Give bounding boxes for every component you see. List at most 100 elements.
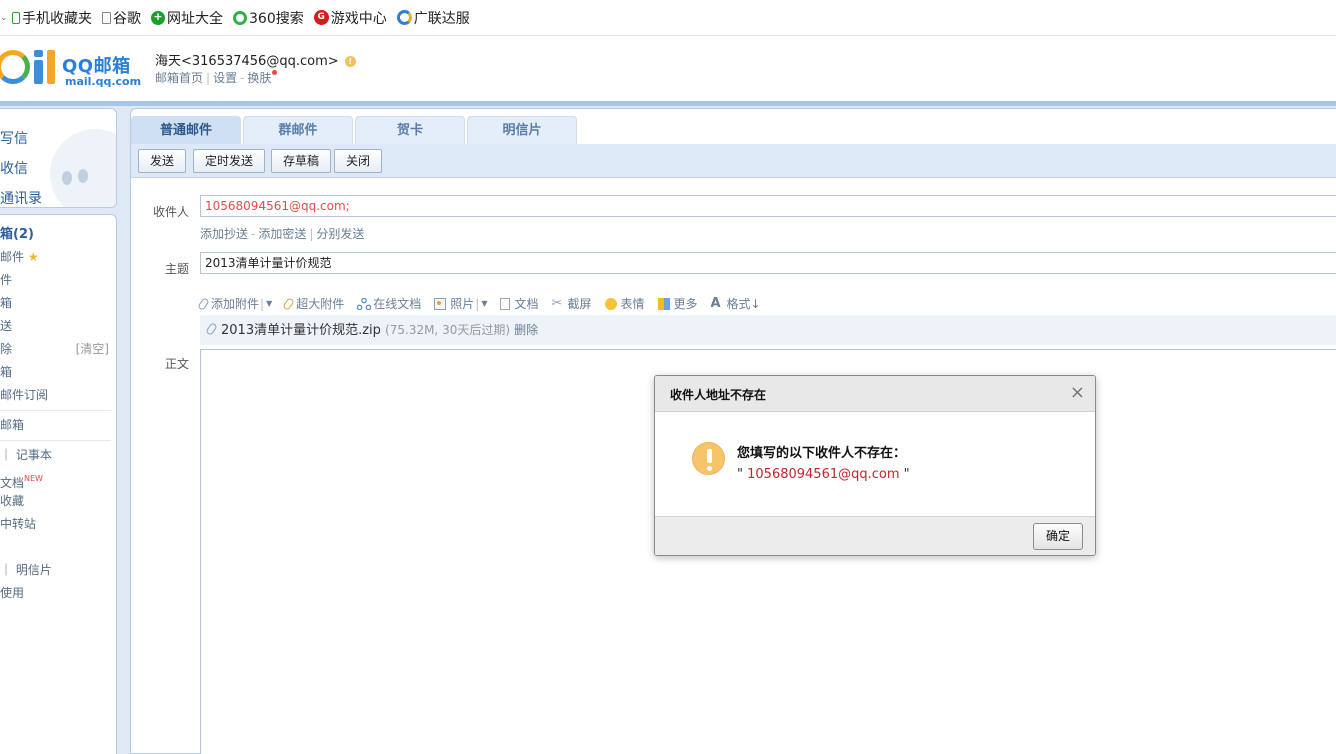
sidebar-item-inbox[interactable]: 箱(2)	[0, 223, 117, 246]
compose-link[interactable]: 写信	[0, 124, 42, 154]
sidebar-item-sent[interactable]: 送	[0, 315, 117, 338]
sidebar-item-folder-3[interactable]: 件	[0, 269, 117, 292]
header-links: 邮箱首页 | 设置 - 换肤	[155, 69, 278, 86]
contacts-link[interactable]: 通讯录	[0, 184, 42, 207]
warning-icon	[692, 442, 725, 475]
warning-icon[interactable]: !	[344, 56, 356, 67]
add-attachment-button[interactable]: 添加附件 | ▼	[197, 295, 272, 312]
tab-postcard[interactable]: 明信片	[467, 116, 577, 144]
browser-viewport: ⌄ 手机收藏夹 谷歌 + 网址大全 360搜索 G 游戏中心 广联达服 QQ邮箱…	[0, 0, 1336, 754]
add-bcc-link[interactable]: 添加密送	[258, 227, 306, 241]
sidebar-item-favorites[interactable]: 收藏	[0, 490, 117, 513]
user-account: 海天<316537456@qq.com>!	[155, 50, 356, 69]
sidebar-main-actions: 写信 收信 通讯录	[0, 108, 117, 208]
delete-attachment-link[interactable]: 删除	[514, 323, 538, 337]
more-button[interactable]: 更多	[657, 295, 698, 312]
to-input[interactable]: 10568094561@qq.com;	[200, 195, 1336, 217]
sidebar-item-group-mailbox[interactable]: 邮箱	[0, 414, 117, 437]
large-attachment-button[interactable]: 超大附件	[282, 295, 344, 312]
new-badge: NEW	[24, 474, 43, 483]
to-label: 收件人	[153, 205, 190, 219]
invalid-recipient-email: 10568094561@qq.com	[747, 467, 900, 482]
chevron-down-icon[interactable]: ▼	[266, 299, 272, 308]
compose-tabs: 普通邮件 群邮件 贺卡 明信片	[131, 116, 579, 144]
tab-normal-mail[interactable]: 普通邮件	[131, 116, 241, 144]
dialog-footer: 确定	[655, 516, 1095, 555]
close-button[interactable]: 关闭	[334, 149, 383, 173]
logo-subtitle: mail.qq.com	[65, 75, 142, 88]
mail-header: QQ邮箱 mail.qq.com 海天<316537456@qq.com>! 邮…	[0, 36, 1336, 102]
bookmark-site-directory[interactable]: + 网址大全	[151, 8, 223, 28]
sidebar-item-deleted[interactable]: 除 [清空]	[0, 338, 117, 361]
subject-label: 主题	[165, 262, 190, 276]
dialog-header: 收件人地址不存在 ×	[655, 376, 1095, 412]
dialog-message: 您填写的以下收件人不存在：	[737, 446, 907, 461]
ie-icon	[396, 10, 412, 25]
sidebar-item-notepad[interactable]: ｜ 记事本	[0, 444, 117, 467]
online-doc-button[interactable]: 在线文档	[356, 295, 421, 312]
tab-group-mail[interactable]: 群邮件	[243, 116, 353, 144]
logo-mark-icon	[0, 50, 30, 84]
paperclip-icon	[197, 296, 210, 311]
sidebar-item-docs[interactable]: 文档NEW	[0, 467, 117, 490]
dialog-address: " 10568094561@qq.com "	[737, 467, 910, 482]
add-cc-link[interactable]: 添加抄送	[200, 227, 248, 241]
sidebar-item-folder-7[interactable]: 箱	[0, 361, 117, 384]
send-button[interactable]: 发送	[138, 149, 187, 173]
paperclip-icon	[205, 322, 218, 336]
mailbox-home-link[interactable]: 邮箱首页	[155, 71, 203, 85]
notification-dot	[272, 70, 278, 75]
bookmark-game-center[interactable]: G 游戏中心	[313, 8, 387, 28]
plus-globe-icon: +	[151, 10, 165, 25]
sidebar-item-starred[interactable]: 邮件 ★	[0, 246, 117, 269]
sidebar-item-postcard[interactable]: ｜ 明信片	[0, 559, 117, 582]
sidebar-folders: 箱(2) 邮件 ★ 件 箱 送 除 [清空] 箱 邮件订阅 邮箱 ｜ 记事本 文档…	[0, 214, 117, 754]
tab-greeting-card[interactable]: 贺卡	[355, 116, 465, 144]
screenshot-button[interactable]: ✂ 截屏	[551, 295, 591, 312]
star-icon: ★	[27, 250, 39, 264]
bookmark-mobile-favorites[interactable]: 手机收藏夹	[12, 8, 92, 28]
large-attachment-icon	[282, 296, 296, 311]
photo-button[interactable]: 照片 | ▼	[434, 295, 487, 312]
emoji-button[interactable]: 表情	[604, 295, 645, 312]
sidebar-item-transfer[interactable]: 中转站	[0, 513, 117, 536]
sidebar: 写信 收信 通讯录 箱(2) 邮件 ★ 件 箱 送 除 [清空] 箱 邮件订阅 邮…	[0, 106, 122, 754]
close-icon[interactable]: ×	[1070, 383, 1085, 403]
save-draft-button[interactable]: 存草稿	[271, 149, 332, 173]
chevron-down-icon[interactable]: ⌄	[0, 13, 8, 23]
recipient-error-dialog: 收件人地址不存在 × 您填写的以下收件人不存在： " 10568094561@q…	[654, 375, 1096, 556]
sidebar-item-subscriptions[interactable]: 邮件订阅	[0, 384, 117, 407]
scheduled-send-button[interactable]: 定时发送	[193, 149, 266, 173]
document-button[interactable]: 文档	[500, 295, 538, 312]
dialog-title: 收件人地址不存在	[670, 388, 767, 402]
360-icon	[233, 10, 247, 25]
sidebar-item-usage[interactable]: 使用	[0, 582, 117, 605]
bookmarks-bar: ⌄ 手机收藏夹 谷歌 + 网址大全 360搜索 G 游戏中心 广联达服	[0, 0, 1336, 36]
settings-link[interactable]: 设置	[213, 71, 237, 85]
attachment-toolbar: 添加附件 | ▼ 超大附件 在线文档 照片 | ▼ 文档 ✂ 截屏 表情 更多 A 格式↓	[197, 295, 774, 312]
attachment-meta: (75.32M, 30天后过期)	[385, 323, 511, 337]
format-icon: A	[710, 295, 721, 311]
receive-link[interactable]: 收信	[0, 154, 42, 184]
cc-links: 添加抄送 - 添加密送 | 分别发送	[200, 227, 365, 241]
qqmail-logo[interactable]: QQ邮箱 mail.qq.com	[0, 48, 142, 92]
separate-send-link[interactable]: 分别发送	[316, 227, 364, 241]
page-icon	[102, 11, 111, 24]
online-doc-icon	[356, 297, 372, 310]
bookmark-360-search[interactable]: 360搜索	[233, 8, 304, 28]
empty-trash-link[interactable]: [清空]	[76, 338, 109, 361]
sidebar-item-folder-4[interactable]: 箱	[0, 292, 117, 315]
body-label: 正文	[165, 357, 190, 371]
emoji-icon	[604, 297, 617, 310]
game-icon: G	[313, 10, 329, 25]
bookmark-glodon[interactable]: 广联达服	[396, 8, 470, 28]
format-button[interactable]: A 格式↓	[711, 295, 761, 312]
ok-button[interactable]: 确定	[1033, 523, 1083, 550]
bookmark-google[interactable]: 谷歌	[102, 8, 141, 28]
photo-icon	[434, 297, 447, 310]
subject-input[interactable]: 2013清单计量计价规范	[200, 252, 1336, 274]
more-icon	[657, 297, 670, 310]
compose-toolbar: 发送 定时发送 存草稿 关闭	[131, 144, 1336, 178]
change-skin-link[interactable]: 换肤	[247, 71, 271, 85]
chevron-down-icon[interactable]: ▼	[481, 299, 487, 308]
